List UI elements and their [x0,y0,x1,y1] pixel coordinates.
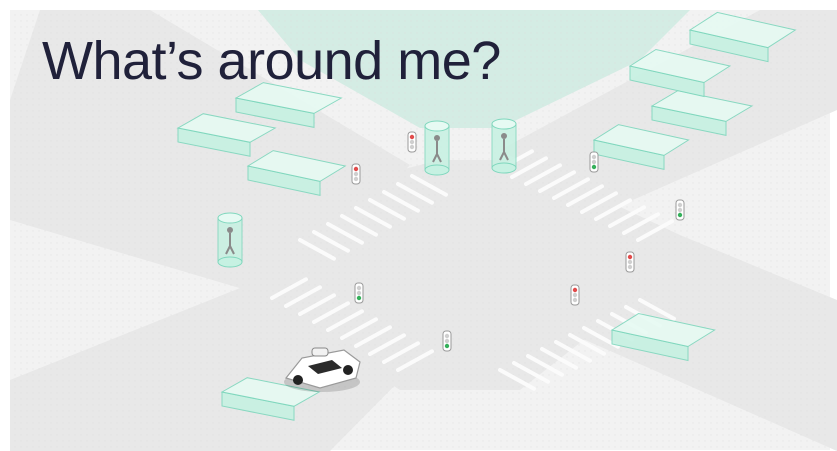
pedestrian-bounding-cylinder [424,120,450,176]
traffic-light-icon [442,330,452,352]
traffic-light-icon [351,163,361,185]
traffic-light-icon [589,151,599,173]
car-sensor-dome [311,347,329,357]
traffic-light-icon [407,131,417,153]
traffic-light-icon [570,284,580,306]
page-title: What’s around me? [42,31,501,91]
traffic-light-icon [675,199,685,221]
car-wheel [343,365,353,375]
car-wheel [293,375,303,385]
traffic-light-icon [354,282,364,304]
pedestrian-bounding-cylinder [491,118,517,174]
traffic-light-icon [625,251,635,273]
pedestrian-bounding-cylinder [217,212,243,268]
pedestrian-head [227,227,233,233]
slide: What’s around me? [0,0,837,451]
pedestrian-head [501,133,507,139]
pedestrian-head [434,135,440,141]
